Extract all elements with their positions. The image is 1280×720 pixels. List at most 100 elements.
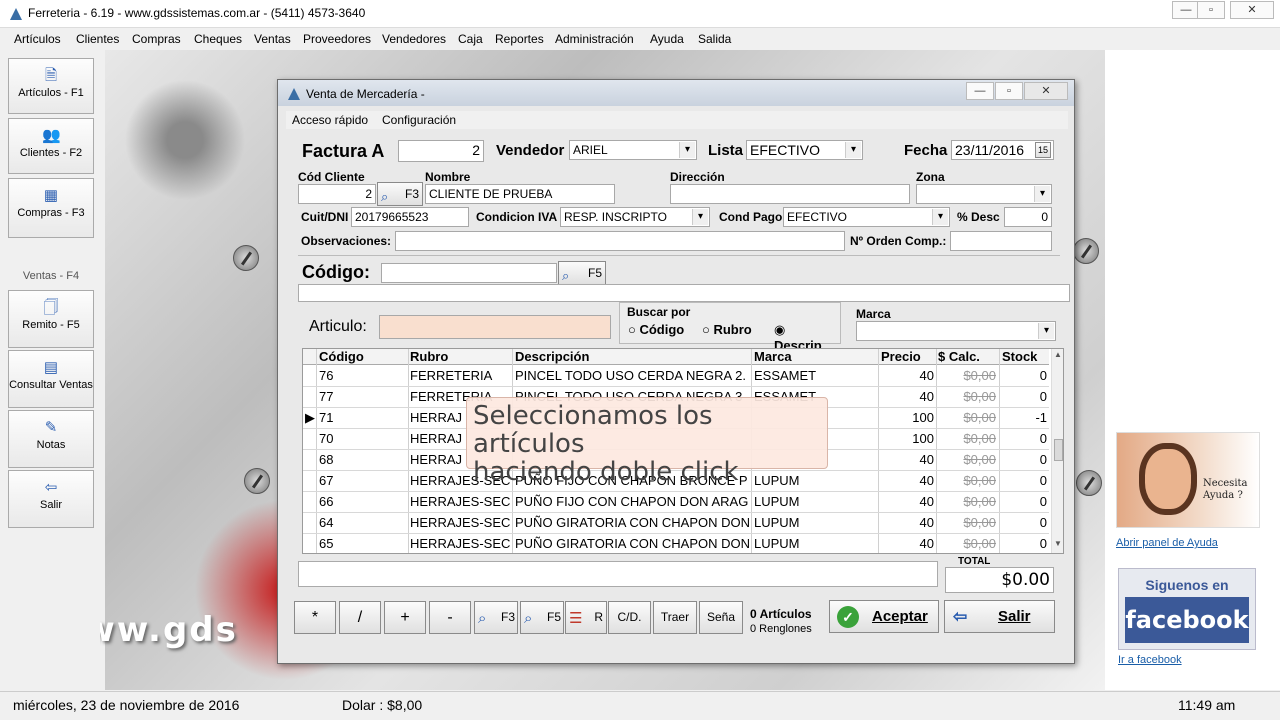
col-descripcion[interactable]: Descripción [515,349,589,364]
traer-button[interactable]: Traer [653,601,697,634]
codigo-label: Código: [302,262,370,282]
menu-ventas[interactable]: Ventas [254,32,291,46]
menu-ayuda[interactable]: Ayuda [650,32,684,46]
orden-compra-field[interactable] [950,231,1052,251]
menu-vendedores[interactable]: Vendedores [382,32,446,46]
articulos-count: 0 Artículos [750,607,812,621]
sidebar-clientes-button[interactable]: 👥 Clientes - F2 [8,118,94,174]
articulo-search-field[interactable] [379,315,611,339]
multiply-button[interactable]: * [294,601,336,634]
sidebar-compras-button[interactable]: ▦ Compras - F3 [8,178,94,238]
minimize-button[interactable]: — [1172,1,1200,19]
cell-codigo: 68 [319,452,334,467]
scroll-thumb[interactable] [1054,439,1063,461]
vendedor-label: Vendedor [496,142,565,159]
table-row[interactable]: 66 HERRAJES-SEC PUÑO FIJO CON CHAPON DON A… [303,492,1049,513]
menu-clientes[interactable]: Clientes [76,32,119,46]
search-client-f3-button[interactable]: ⌕ F3 [474,601,518,634]
facebook-banner[interactable]: Siguenos en facebook [1118,568,1256,650]
table-row[interactable]: 76 FERRETERIA PINCEL TODO USO CERDA NEGRA … [303,366,1049,387]
cell-rubro: FERRETERIA [410,368,493,383]
col-marca[interactable]: Marca [754,349,792,364]
open-help-panel-link[interactable]: Abrir panel de Ayuda [1116,537,1218,549]
scroll-up-icon[interactable]: ▲ [1054,350,1062,359]
calendar-icon[interactable]: 15 [1035,142,1051,158]
sidebar-consultar-ventas-button[interactable]: ▤ Consultar Ventas [8,350,94,408]
tutorial-tooltip: Seleccionamos los artículos haciendo dob… [466,397,828,486]
cell-precio: 40 [919,515,934,530]
menu-configuracion[interactable]: Configuración [382,113,456,127]
search-client-button[interactable]: ⌕ F3 [377,182,423,206]
col-stock[interactable]: Stock [1002,349,1037,364]
col-calc[interactable]: $ Calc. [938,349,980,364]
condicion-iva-select[interactable]: RESP. INSCRIPTO [560,207,710,227]
descuento-field[interactable]: 0 [1004,207,1052,227]
exit-icon: ⇦ [44,479,58,496]
menu-salida[interactable]: Salida [698,32,731,46]
minus-button[interactable]: - [429,601,471,634]
search-code-button[interactable]: ⌕ F5 [558,261,606,285]
sidebar-label: Artículos - F1 [18,87,84,99]
zona-label: Zona [916,170,945,184]
sidebar-notas-button[interactable]: ✎ Notas [8,410,94,468]
table-scrollbar[interactable]: ▲ ▼ [1051,349,1063,553]
cell-calc: $0,00 [963,473,996,488]
cell-precio: 100 [912,410,934,425]
factura-number-field[interactable]: 2 [398,140,484,162]
cell-marca: ESSAMET [754,368,817,383]
maximize-button[interactable]: ▫ [1197,1,1225,19]
menu-reportes[interactable]: Reportes [495,32,544,46]
dialog-maximize-button[interactable]: ▫ [995,82,1023,100]
search-code-f5-button[interactable]: ⌕ F5 [520,601,564,634]
divide-button[interactable]: / [339,601,381,634]
nombre-field[interactable]: CLIENTE DE PRUEBA [425,184,615,204]
menu-acceso-rapido[interactable]: Acceso rápido [292,113,368,127]
sidebar-label: Clientes - F2 [19,147,83,159]
menu-articulos[interactable]: Artículos [14,32,61,46]
tooltip-line-1: Seleccionamos los artículos [473,401,713,459]
support-agent-avatar [1139,443,1197,515]
menu-compras[interactable]: Compras [132,32,181,46]
dialog-minimize-button[interactable]: — [966,82,994,100]
cuit-field[interactable]: 20179665523 [351,207,469,227]
lista-select[interactable]: EFECTIVO [746,140,863,160]
facebook-link[interactable]: Ir a facebook [1118,654,1182,666]
salir-button[interactable]: ⇦ Salir [944,600,1055,633]
dialog-close-button[interactable]: ✕ [1024,82,1068,100]
sidebar-salir-button[interactable]: ⇦ Salir [8,470,94,528]
cod-cliente-field[interactable]: 2 [298,184,376,204]
sidebar-articulos-button[interactable]: 🗎 Artículos - F1 [8,58,94,114]
observaciones-field[interactable] [395,231,845,251]
plus-button[interactable]: + [384,601,426,634]
buscar-por-label: Buscar por [627,305,691,319]
col-precio[interactable]: Precio [881,349,921,364]
scroll-down-icon[interactable]: ▼ [1054,539,1062,548]
close-button[interactable]: ✕ [1230,1,1274,19]
aceptar-button[interactable]: ✓ Aceptar [829,600,939,633]
table-row[interactable]: 65 HERRAJES-SEC PUÑO GIRATORIA CON CHAPON … [303,534,1049,553]
marca-label: Marca [856,307,891,321]
table-row[interactable]: 64 HERRAJES-SEC PUÑO GIRATORIA CON CHAPON … [303,513,1049,534]
cd-button[interactable]: C/D. [608,601,651,634]
menu-proveedores[interactable]: Proveedores [303,32,371,46]
radio-codigo[interactable]: ○ Código [628,322,684,337]
radio-rubro[interactable]: ○ Rubro [702,322,752,337]
menu-caja[interactable]: Caja [458,32,483,46]
follow-us-label: Siguenos en [1145,577,1229,593]
menu-administracion[interactable]: Administración [555,32,634,46]
sena-button[interactable]: Seña [699,601,743,634]
cond-pago-select[interactable]: EFECTIVO [783,207,950,227]
zona-select[interactable] [916,184,1052,204]
tooltip-line-2: haciendo doble click [473,457,739,487]
sidebar-remito-button[interactable]: 🗍 Remito - F5 [8,290,94,348]
col-codigo[interactable]: Código [319,349,364,364]
col-rubro[interactable]: Rubro [410,349,448,364]
marca-select[interactable] [856,321,1056,341]
menu-cheques[interactable]: Cheques [194,32,242,46]
vendedor-select[interactable]: ARIEL [569,140,697,160]
sidebar-label: Remito - F5 [22,319,80,331]
direccion-field[interactable] [670,184,910,204]
main-title-bar: Ferreteria - 6.19 - www.gdssistemas.com.… [0,0,1280,28]
report-button[interactable]: ☰ R [565,601,607,634]
codigo-field[interactable] [381,263,557,283]
